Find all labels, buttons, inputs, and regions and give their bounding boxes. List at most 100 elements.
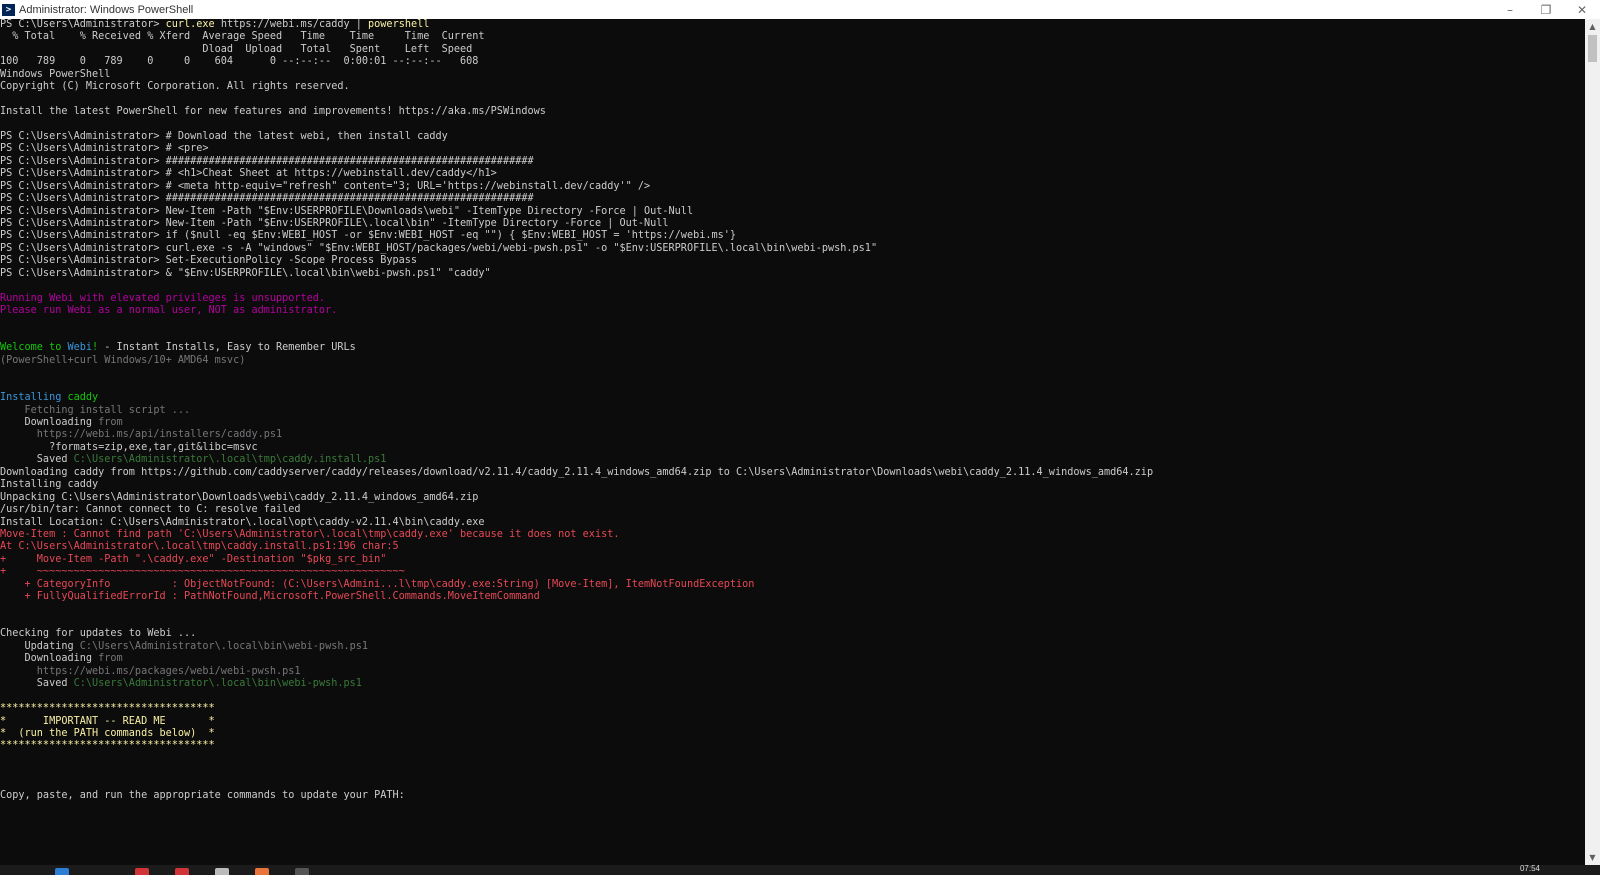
console-text: PS C:\Users\Administrator> # <h1>Cheat S… [0, 168, 497, 180]
console-text: + Move-Item -Path ".\caddy.exe" -Destina… [0, 553, 387, 565]
maximize-button[interactable]: ❐ [1528, 0, 1564, 19]
console-text: + CategoryInfo : ObjectNotFound: (C:\Use… [0, 578, 755, 590]
console-text: * (run the PATH commands below) * [0, 727, 215, 739]
console-line: Downloading from [0, 417, 1585, 429]
console-line: PS C:\Users\Administrator> curl.exe -s -… [0, 243, 1585, 255]
taskbar-clock[interactable]: 07:54 [1520, 865, 1540, 873]
console-text: Welcome to [0, 342, 68, 354]
minimize-button[interactable]: – [1492, 0, 1528, 19]
console-line: + CategoryInfo : ObjectNotFound: (C:\Use… [0, 579, 1585, 591]
console-text: C:\Users\Administrator\.local\bin\webi-p… [73, 678, 362, 690]
console-text: Updating [0, 640, 80, 652]
taskbar-app-icon[interactable] [55, 868, 69, 875]
console-line: Downloading caddy from https://github.co… [0, 467, 1585, 479]
console-text: PS C:\Users\Administrator> #############… [0, 193, 534, 205]
console-text: Downloading [0, 653, 99, 665]
console-output[interactable]: PS C:\Users\Administrator> curl.exe http… [0, 19, 1585, 865]
console-text: ?formats=zip,exe,tar,git&libc=msvc [0, 441, 258, 453]
console-line: Welcome to Webi! - Instant Installs, Eas… [0, 342, 1585, 354]
console-text: Saved [0, 678, 74, 690]
console-line: Updating C:\Users\Administrator\.local\b… [0, 641, 1585, 653]
console-line: Please run Webi as a normal user, NOT as… [0, 305, 1585, 317]
console-line: Installing caddy [0, 392, 1585, 404]
console-text: powershell [368, 19, 430, 30]
console-text: from [98, 653, 123, 665]
console-line: * (run the PATH commands below) * [0, 728, 1585, 740]
console-text: /usr/bin/tar: Cannot connect to C: resol… [0, 504, 301, 516]
console-line: PS C:\Users\Administrator> # <pre> [0, 143, 1585, 155]
console-text: PS C:\Users\Administrator> New-Item -Pat… [0, 205, 694, 217]
console-text: + FullyQualifiedErrorId : PathNotFound,M… [0, 591, 540, 603]
console-line: * IMPORTANT -- READ ME * [0, 716, 1585, 728]
console-text: Installing caddy [0, 479, 99, 491]
console-line: Unpacking C:\Users\Administrator\Downloa… [0, 492, 1585, 504]
console-text: PS C:\Users\Administrator> [0, 19, 166, 30]
console-line: At C:\Users\Administrator\.local\tmp\cad… [0, 541, 1585, 553]
console-text: PS C:\Users\Administrator> if ($null -eq… [0, 230, 737, 242]
console-text: curl.exe [165, 19, 215, 30]
console-line: Copy, paste, and run the appropriate com… [0, 790, 1585, 802]
console-line: Move-Item : Cannot find path 'C:\Users\A… [0, 529, 1585, 541]
window-controls: – ❐ ✕ [1492, 0, 1600, 19]
console-text: * IMPORTANT -- READ ME * [0, 715, 215, 727]
console-line: PS C:\Users\Administrator> & "$Env:USERP… [0, 268, 1585, 280]
console-line: PS C:\Users\Administrator> New-Item -Pat… [0, 206, 1585, 218]
console-line: Installing caddy [0, 479, 1585, 491]
console-text: https://webi.ms/api/installers/caddy.ps1 [0, 429, 283, 441]
console-text: Running Webi with elevated privileges is… [0, 292, 326, 304]
console-text: Downloading [0, 417, 99, 428]
console-line: Install Location: C:\Users\Administrator… [0, 517, 1585, 529]
console-text: from [98, 417, 123, 428]
console-text: PS C:\Users\Administrator> New-Item -Pat… [0, 218, 669, 229]
console-line: PS C:\Users\Administrator> New-Item -Pat… [0, 218, 1585, 230]
taskbar-app-icon[interactable] [255, 868, 269, 875]
close-button[interactable]: ✕ [1564, 0, 1600, 19]
vertical-scrollbar[interactable]: ▲ ▼ [1585, 19, 1600, 865]
console-text: https://webi.ms/caddy | [214, 19, 369, 30]
scrollbar-thumb[interactable] [1588, 35, 1597, 62]
console-line: 100 789 0 789 0 0 604 0 --:--:-- 0:00:01… [0, 56, 1585, 68]
scroll-down-arrow-icon[interactable]: ▼ [1585, 850, 1600, 865]
taskbar-app-icon[interactable] [215, 868, 229, 875]
console-line: PS C:\Users\Administrator> #############… [0, 193, 1585, 205]
console-text: 100 789 0 789 0 0 604 0 --:--:-- 0:00:01… [0, 56, 479, 68]
console-line: (PowerShell+curl Windows/10+ AMD64 msvc) [0, 355, 1585, 367]
console-text: Install Location: C:\Users\Administrator… [0, 516, 485, 528]
scroll-up-arrow-icon[interactable]: ▲ [1585, 19, 1600, 34]
console-line: + ~~~~~~~~~~~~~~~~~~~~~~~~~~~~~~~~~~~~~~… [0, 566, 1585, 578]
console-text: C:\Users\Administrator\.local\bin\webi-p… [79, 640, 369, 652]
taskbar-app-icon[interactable] [135, 868, 149, 875]
console-text: Saved [0, 454, 74, 466]
console-line: *********************************** [0, 740, 1585, 752]
console-line: Running Webi with elevated privileges is… [0, 293, 1585, 305]
powershell-icon: > [2, 3, 15, 16]
console-line: https://webi.ms/api/installers/caddy.ps1 [0, 429, 1585, 441]
console-line: Windows PowerShell [0, 69, 1585, 81]
console-text: PS C:\Users\Administrator> & "$Env:USERP… [0, 267, 491, 279]
console-text: PS C:\Users\Administrator> #############… [0, 155, 534, 167]
console-text: PS C:\Users\Administrator> curl.exe -s -… [0, 242, 878, 254]
taskbar-app-icon[interactable] [175, 868, 189, 875]
console-line: PS C:\Users\Administrator> # <h1>Cheat S… [0, 168, 1585, 180]
console-line: Fetching install script ... [0, 405, 1585, 417]
console-text: PS C:\Users\Administrator> Set-Execution… [0, 255, 418, 267]
console-text: PS C:\Users\Administrator> # <meta http-… [0, 180, 651, 192]
console-text: Copy, paste, and run the appropriate com… [0, 790, 405, 802]
console-line: Downloading from [0, 653, 1585, 665]
console-text: Installing [0, 392, 68, 404]
console-line: PS C:\Users\Administrator> Set-Execution… [0, 255, 1585, 267]
console-text: Copyright (C) Microsoft Corporation. All… [0, 81, 350, 93]
console-text: Move-Item : Cannot find path 'C:\Users\A… [0, 528, 620, 540]
console-line: PS C:\Users\Administrator> curl.exe http… [0, 19, 1585, 31]
taskbar-app-icon[interactable] [295, 868, 309, 875]
